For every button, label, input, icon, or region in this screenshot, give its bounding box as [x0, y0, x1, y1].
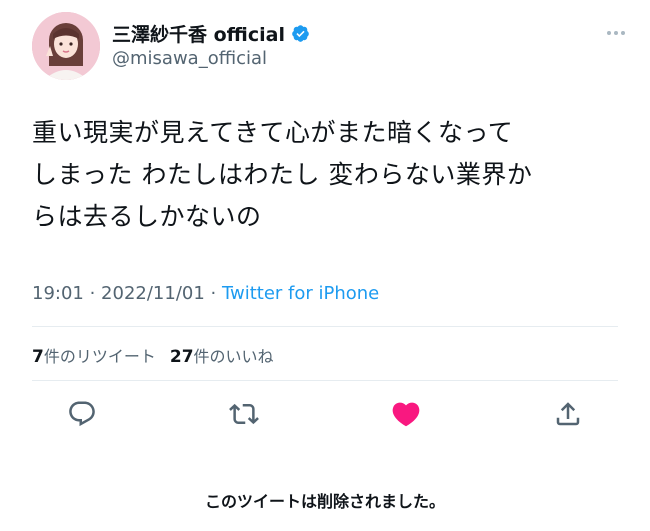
tweet-actions: [64, 396, 586, 432]
share-icon: [556, 402, 580, 426]
verified-badge-icon: [291, 24, 310, 43]
retweets-stat[interactable]: 7件のリツイート: [32, 347, 156, 367]
display-name-row: 三澤紗千香 official: [112, 20, 310, 46]
heart-icon: [392, 402, 420, 427]
tweet-text: 重い現実が見えてきて心がまた暗くなって しまった わたしはわたし 変わらない業界…: [32, 118, 533, 231]
tweet-stats: 7件のリツイート 27件のいいね: [32, 343, 274, 367]
meta-separator: ·: [83, 283, 102, 304]
tweet-time[interactable]: 19:01: [32, 283, 84, 304]
user-names: 三澤紗千香 official @misawa_official: [112, 20, 310, 69]
divider: [32, 380, 618, 381]
likes-stat[interactable]: 27件のいいね: [169, 347, 274, 367]
divider: [32, 326, 618, 327]
tweet-date[interactable]: 2022/11/01: [101, 283, 205, 304]
retweets-label: 件のリツイート: [43, 347, 156, 366]
retweet-button[interactable]: [226, 396, 262, 432]
user-handle[interactable]: @misawa_official: [112, 48, 310, 69]
more-dot: [621, 31, 625, 35]
tweet-meta: 19:01 · 2022/11/01 · Twitter for iPhone: [32, 283, 379, 304]
tweet-source-link[interactable]: Twitter for iPhone: [222, 283, 379, 304]
deleted-notice: このツイートは削除されました。: [204, 492, 445, 511]
display-name[interactable]: 三澤紗千香 official: [112, 20, 285, 47]
likes-count: 27: [169, 347, 194, 367]
like-button[interactable]: [388, 396, 424, 432]
meta-separator: ·: [204, 283, 222, 304]
avatar-photo: [32, 12, 100, 80]
reply-button[interactable]: [64, 396, 100, 432]
reply-icon: [69, 401, 95, 427]
likes-label: 件のいいね: [193, 347, 274, 366]
avatar[interactable]: [32, 12, 100, 80]
more-options-icon[interactable]: [602, 24, 630, 42]
more-dot: [607, 31, 611, 35]
tweet-header: 三澤紗千香 official @misawa_official: [32, 12, 630, 82]
tweet-card: 三澤紗千香 official @misawa_official 重い現実が見えて…: [0, 0, 650, 531]
retweets-count: 7: [32, 347, 44, 367]
share-button[interactable]: [550, 396, 586, 432]
more-dot: [614, 31, 618, 35]
retweet-icon: [229, 403, 259, 425]
